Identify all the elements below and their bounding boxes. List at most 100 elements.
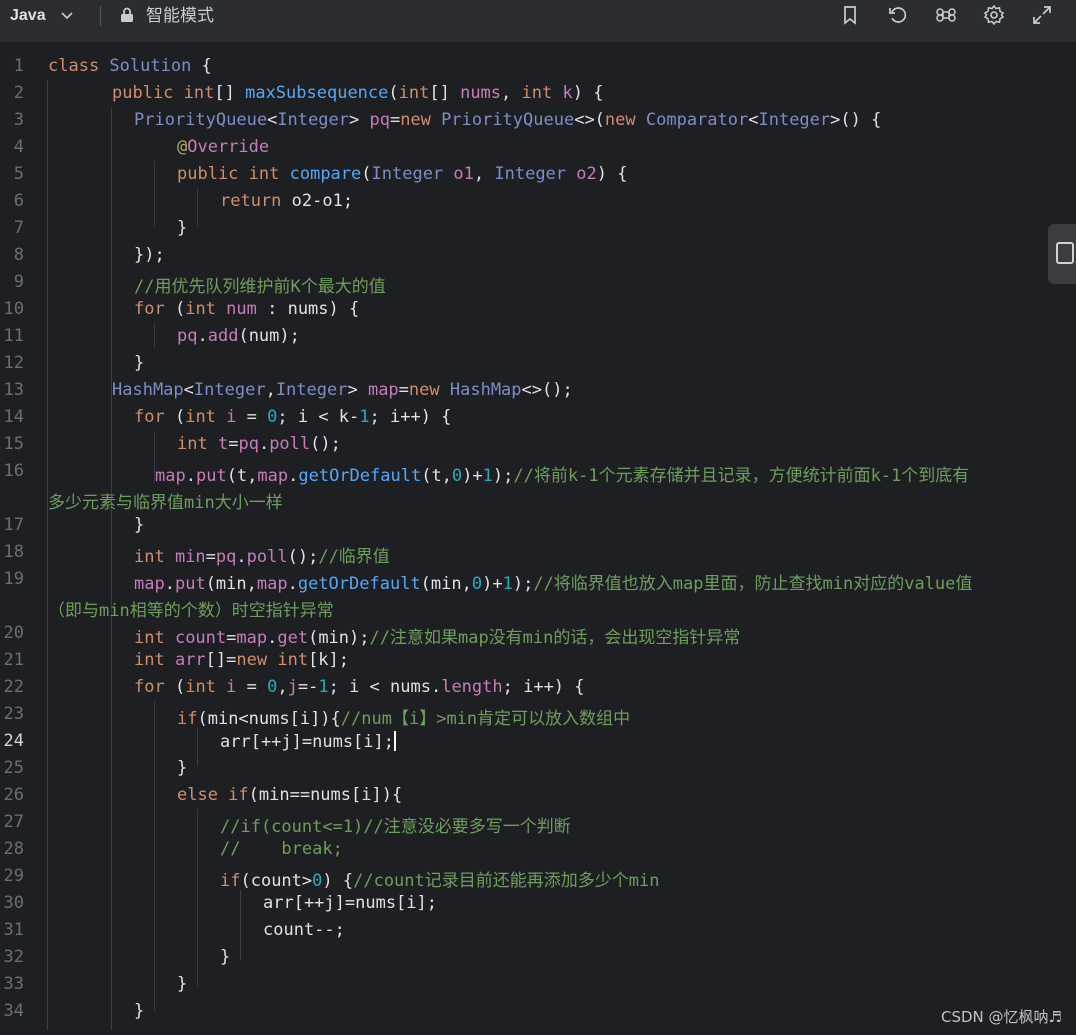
code-line[interactable]: class Solution { xyxy=(48,56,212,76)
code-token: nums xyxy=(460,83,502,103)
line-number: 25 xyxy=(3,758,24,778)
code-token: i xyxy=(226,407,247,427)
line-number: 15 xyxy=(3,434,24,454)
code-token: int xyxy=(177,434,218,454)
mode-label[interactable]: 智能模式 xyxy=(146,0,214,32)
code-line[interactable]: } xyxy=(134,1001,144,1021)
code-line[interactable]: } xyxy=(220,947,230,967)
code-token: 多少元素与临界值min大小一样 xyxy=(48,493,283,513)
line-number: 17 xyxy=(3,515,24,535)
code-line[interactable]: for (int num : nums) { xyxy=(134,299,359,319)
code-token: //用优先队列维护前K个最大的值 xyxy=(134,277,386,297)
code-line[interactable]: HashMap<Integer,Integer> map=new HashMap… xyxy=(112,380,573,400)
line-number: 22 xyxy=(3,677,24,697)
code-token: map xyxy=(134,574,165,594)
code-token: map xyxy=(236,628,268,648)
code-token: [k]; xyxy=(308,650,350,670)
code-token: (); xyxy=(310,434,341,454)
code-token: poll xyxy=(246,547,288,567)
code-token: , xyxy=(265,380,276,400)
code-token: if xyxy=(220,871,241,891)
code-token: get xyxy=(277,628,309,648)
code-token: . xyxy=(287,574,298,594)
code-token: } xyxy=(134,353,145,373)
code-token: int xyxy=(248,164,290,184)
code-token: 1 xyxy=(482,466,493,486)
code-token: Integer xyxy=(193,380,266,400)
code-token: o1 xyxy=(453,164,474,184)
code-line[interactable]: int arr[]=new int[k]; xyxy=(134,650,349,670)
code-token: <>(); xyxy=(521,380,573,400)
code-editor[interactable]: 1 class Solution {2 public int[] maxSubseq… xyxy=(0,42,1076,1035)
indent-guide xyxy=(154,161,155,226)
code-token: put xyxy=(195,466,227,486)
text-cursor xyxy=(394,731,396,751)
expand-icon[interactable] xyxy=(1031,4,1053,26)
line-number: 12 xyxy=(3,353,24,373)
code-line[interactable]: else if(min==nums[i]){ xyxy=(177,785,402,805)
code-line[interactable]: PriorityQueue<Integer> pq=new PriorityQu… xyxy=(134,110,881,130)
settings-icon[interactable] xyxy=(983,4,1005,26)
watermark: CSDN @忆枫呐♬ xyxy=(941,1008,1062,1026)
language-selector[interactable]: Java xyxy=(10,0,46,32)
code-token: ( xyxy=(174,407,186,427)
code-line[interactable]: pq.add(num); xyxy=(177,326,300,346)
chevron-down-icon[interactable] xyxy=(60,8,74,22)
code-token: []= xyxy=(205,650,237,670)
line-number: 19 xyxy=(3,569,24,589)
code-token: [] xyxy=(429,83,461,103)
line-number: 29 xyxy=(3,866,24,886)
code-token: num xyxy=(226,299,268,319)
code-line[interactable]: //if(count<=1)//注意没必要多写一个判断 xyxy=(220,812,571,837)
code-line[interactable]: for (int i = 0,j=-1; i < nums.length; i+… xyxy=(134,677,585,697)
code-line[interactable]: } xyxy=(177,218,187,238)
code-line[interactable]: for (int i = 0; i < k-1; i++) { xyxy=(134,407,451,427)
code-line[interactable]: // break; xyxy=(220,839,343,859)
code-token: int xyxy=(277,650,309,670)
code-token: Comparator xyxy=(645,110,749,130)
code-line[interactable]: map.put(t,map.getOrDefault(t,0)+1);//将前k… xyxy=(155,461,969,486)
code-token: . xyxy=(236,547,247,567)
code-line[interactable]: }); xyxy=(134,245,165,265)
code-token: HashMap xyxy=(449,380,522,400)
code-line[interactable]: arr[++j]=nums[i]; xyxy=(263,893,437,913)
code-token: i xyxy=(226,677,247,697)
code-line[interactable]: } xyxy=(134,515,144,535)
code-line[interactable]: } xyxy=(177,974,187,994)
code-line[interactable]: } xyxy=(134,353,144,373)
code-line[interactable]: count--; xyxy=(263,920,345,940)
code-line[interactable]: int t=pq.poll(); xyxy=(177,434,341,454)
line-number: 6 xyxy=(13,191,24,211)
code-token: 0 xyxy=(267,407,278,427)
code-token: (t, xyxy=(226,466,258,486)
code-token: int xyxy=(183,83,215,103)
side-panel-tab[interactable] xyxy=(1048,224,1076,284)
reset-icon[interactable] xyxy=(887,4,909,26)
code-line[interactable]: int count=map.get(min);//注意如果map没有min的话，… xyxy=(134,623,740,648)
code-token: ; i < nums. xyxy=(328,677,442,697)
code-line[interactable]: } xyxy=(177,758,187,778)
code-line[interactable]: if(min<nums[i]){//num【i】>min肯定可以放入数组中 xyxy=(177,704,630,729)
wrapped-line: 多少元素与临界值min大小一样 xyxy=(48,488,283,513)
code-token: 0 xyxy=(471,574,483,594)
code-line[interactable]: //用优先队列维护前K个最大的值 xyxy=(134,272,386,297)
code-line[interactable]: public int compare(Integer o1, Integer o… xyxy=(177,164,627,184)
code-token: , xyxy=(277,677,288,697)
code-line[interactable]: @Override xyxy=(177,137,269,157)
code-token: (min); xyxy=(308,628,370,648)
code-token: 0 xyxy=(451,466,463,486)
code-line[interactable]: arr[++j]=nums[i]; xyxy=(220,731,396,752)
code-line[interactable]: int min=pq.poll();//临界值 xyxy=(134,542,390,567)
line-number: 1 xyxy=(13,56,24,76)
code-line[interactable]: public int[] maxSubsequence(int[] nums, … xyxy=(112,83,603,103)
code-token: }); xyxy=(134,245,165,265)
code-token: 1 xyxy=(359,407,370,427)
code-line[interactable]: if(count>0) {//count记录目前还能再添加多少个min xyxy=(220,866,659,891)
code-line[interactable]: map.put(min,map.getOrDefault(min,0)+1);/… xyxy=(134,569,972,594)
line-number: 4 xyxy=(13,137,24,157)
line-number: 21 xyxy=(3,650,24,670)
code-line[interactable]: return o2-o1; xyxy=(220,191,353,211)
bookmark-icon[interactable] xyxy=(839,4,861,26)
command-icon[interactable] xyxy=(935,4,957,26)
code-token: ( xyxy=(361,164,372,184)
